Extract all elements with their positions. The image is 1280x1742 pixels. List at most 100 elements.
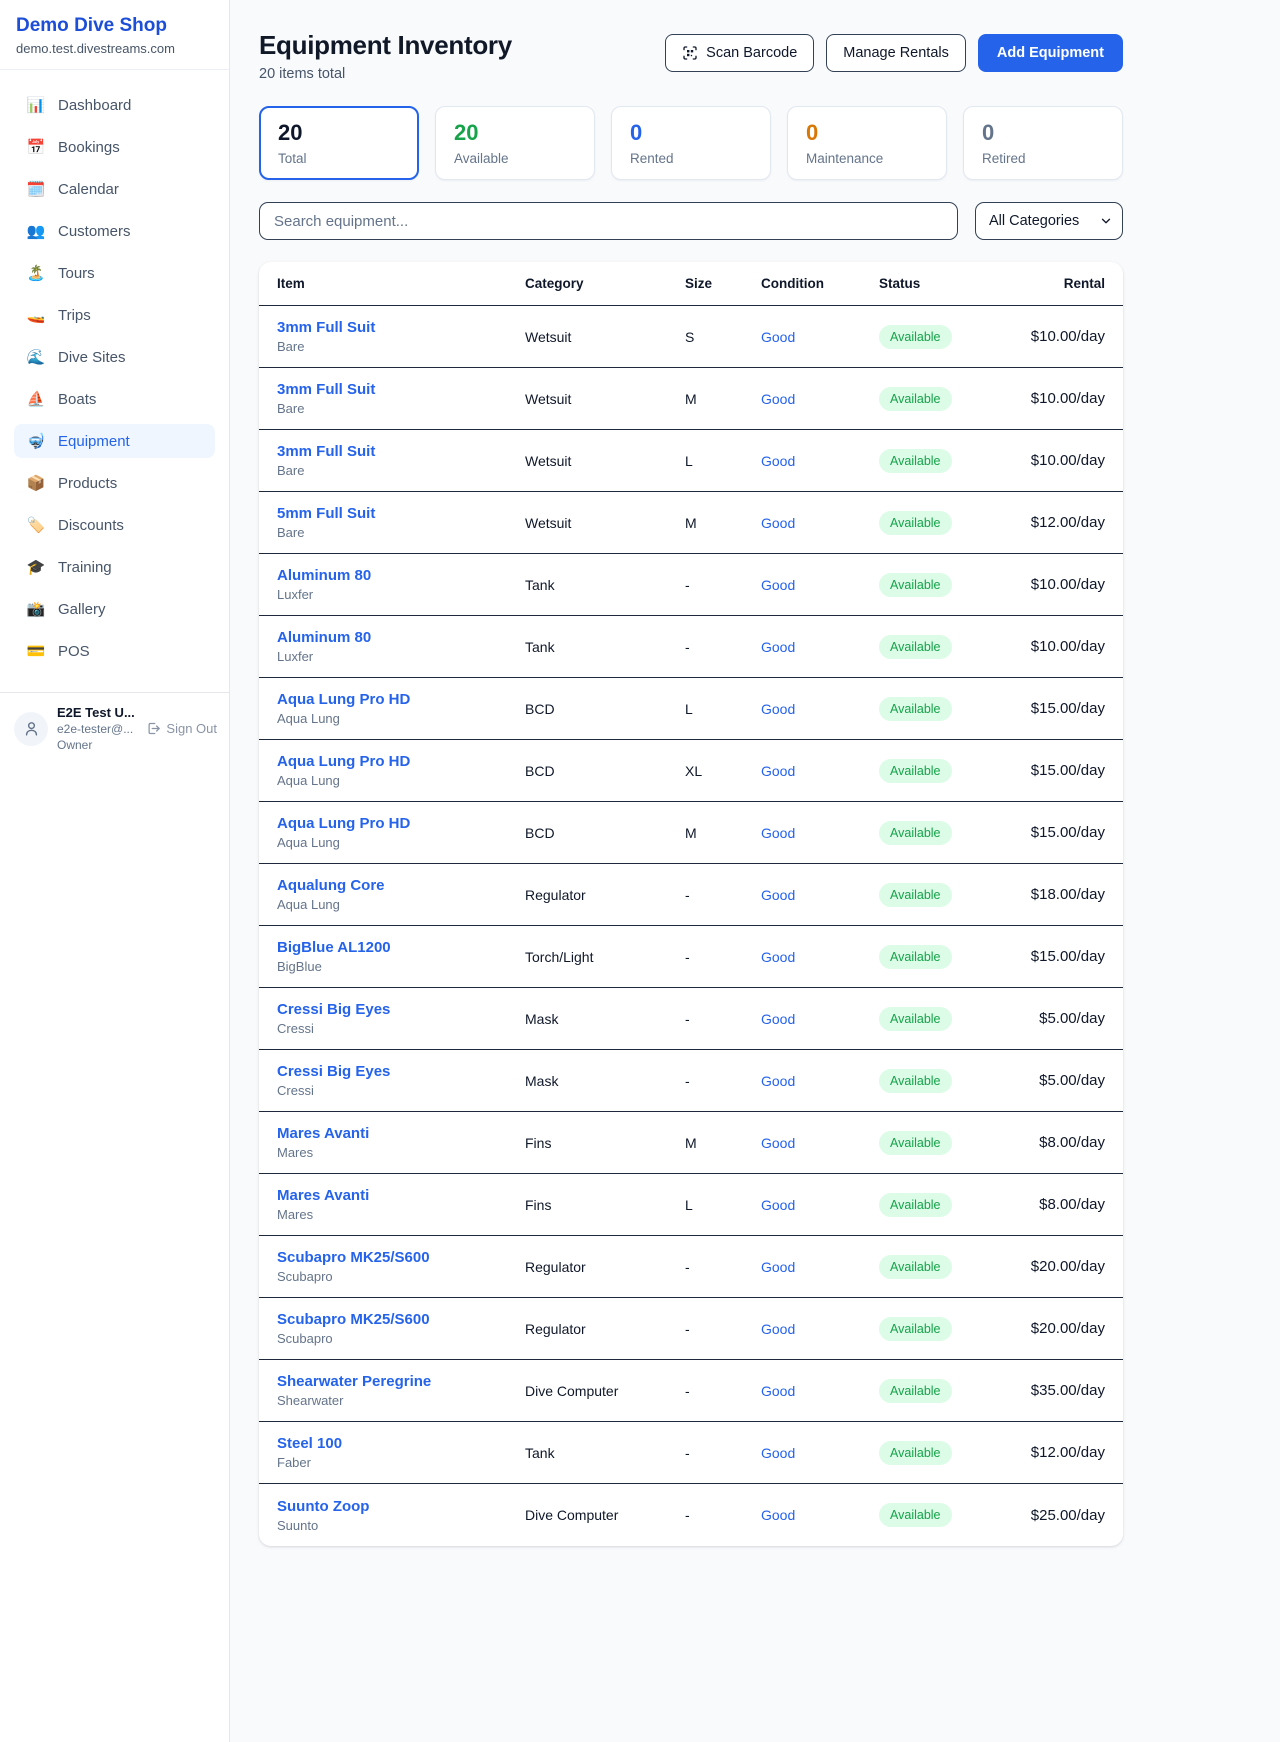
- sidebar-item-dive-sites[interactable]: 🌊 Dive Sites: [14, 340, 215, 374]
- column-header: Item: [277, 276, 525, 291]
- sidebar-item-pos[interactable]: 💳 POS: [14, 634, 215, 668]
- sidebar-item-calendar[interactable]: 🗓️ Calendar: [14, 172, 215, 206]
- add-equipment-button[interactable]: Add Equipment: [978, 34, 1123, 72]
- item-link[interactable]: 5mm Full Suit: [277, 505, 375, 522]
- condition-link[interactable]: Good: [761, 887, 795, 903]
- dashboard-label: Dashboard: [58, 97, 131, 114]
- item-link[interactable]: 3mm Full Suit: [277, 381, 375, 398]
- item-brand: Faber: [277, 1455, 525, 1470]
- item-link[interactable]: Aqua Lung Pro HD: [277, 691, 410, 708]
- condition-link[interactable]: Good: [761, 391, 795, 407]
- condition-link[interactable]: Good: [761, 639, 795, 655]
- item-cell: Steel 100 Faber: [277, 1435, 525, 1470]
- item-link[interactable]: Mares Avanti: [277, 1125, 369, 1142]
- item-link[interactable]: Aluminum 80: [277, 629, 371, 646]
- stat-card-retired[interactable]: 0 Retired: [963, 106, 1123, 180]
- item-link[interactable]: 3mm Full Suit: [277, 319, 375, 336]
- condition-link[interactable]: Good: [761, 701, 795, 717]
- manage-rentals-button[interactable]: Manage Rentals: [826, 34, 966, 72]
- sidebar-item-training[interactable]: 🎓 Training: [14, 550, 215, 584]
- item-link[interactable]: Cressi Big Eyes: [277, 1001, 390, 1018]
- stat-card-available[interactable]: 20 Available: [435, 106, 595, 180]
- add-equipment-label: Add Equipment: [997, 45, 1104, 61]
- item-link[interactable]: Shearwater Peregrine: [277, 1373, 431, 1390]
- condition-link[interactable]: Good: [761, 1259, 795, 1275]
- item-link[interactable]: 3mm Full Suit: [277, 443, 375, 460]
- sidebar-item-bookings[interactable]: 📅 Bookings: [14, 130, 215, 164]
- condition-link[interactable]: Good: [761, 1135, 795, 1151]
- item-category: Torch/Light: [525, 949, 685, 965]
- sidebar-item-discounts[interactable]: 🏷️ Discounts: [14, 508, 215, 542]
- sidebar-item-equipment[interactable]: 🤿 Equipment: [14, 424, 215, 458]
- condition-cell: Good: [761, 887, 879, 903]
- condition-link[interactable]: Good: [761, 1321, 795, 1337]
- stat-card-rented[interactable]: 0 Rented: [611, 106, 771, 180]
- item-link[interactable]: Aqualung Core: [277, 877, 385, 894]
- condition-cell: Good: [761, 825, 879, 841]
- products-icon: 📦: [26, 474, 46, 492]
- condition-link[interactable]: Good: [761, 1445, 795, 1461]
- item-link[interactable]: Mares Avanti: [277, 1187, 369, 1204]
- item-link[interactable]: Suunto Zoop: [277, 1498, 369, 1515]
- status-cell: Available: [879, 1193, 1011, 1217]
- condition-cell: Good: [761, 1445, 879, 1461]
- scan-barcode-button[interactable]: Scan Barcode: [665, 34, 814, 72]
- stat-value: 0: [982, 120, 1104, 146]
- condition-link[interactable]: Good: [761, 1197, 795, 1213]
- brand-title[interactable]: Demo Dive Shop: [16, 15, 213, 37]
- item-link[interactable]: Scubapro MK25/S600: [277, 1249, 430, 1266]
- table-row: Aluminum 80 Luxfer Tank - Good Available…: [259, 554, 1123, 616]
- column-header: Rental: [1011, 276, 1105, 291]
- item-size: M: [685, 1135, 761, 1151]
- condition-link[interactable]: Good: [761, 1383, 795, 1399]
- trips-icon: 🚤: [26, 306, 46, 324]
- condition-link[interactable]: Good: [761, 453, 795, 469]
- item-link[interactable]: Cressi Big Eyes: [277, 1063, 390, 1080]
- condition-link[interactable]: Good: [761, 949, 795, 965]
- sidebar-item-tours[interactable]: 🏝️ Tours: [14, 256, 215, 290]
- table-row: Aluminum 80 Luxfer Tank - Good Available…: [259, 616, 1123, 678]
- sidebar-item-trips[interactable]: 🚤 Trips: [14, 298, 215, 332]
- sidebar-item-boats[interactable]: ⛵ Boats: [14, 382, 215, 416]
- item-rental: $20.00/day: [1011, 1320, 1105, 1337]
- condition-link[interactable]: Good: [761, 1507, 795, 1523]
- column-header: Size: [685, 276, 761, 291]
- item-link[interactable]: Steel 100: [277, 1435, 342, 1452]
- condition-link[interactable]: Good: [761, 1011, 795, 1027]
- dive-sites-icon: 🌊: [26, 348, 46, 366]
- condition-link[interactable]: Good: [761, 577, 795, 593]
- category-select[interactable]: All Categories: [975, 202, 1123, 240]
- table-row: Aqua Lung Pro HD Aqua Lung BCD XL Good A…: [259, 740, 1123, 802]
- item-cell: 5mm Full Suit Bare: [277, 505, 525, 540]
- condition-link[interactable]: Good: [761, 329, 795, 345]
- category-select-value: All Categories: [989, 213, 1079, 229]
- item-brand: Aqua Lung: [277, 835, 525, 850]
- item-link[interactable]: Aqua Lung Pro HD: [277, 815, 410, 832]
- sidebar-item-products[interactable]: 📦 Products: [14, 466, 215, 500]
- sidebar-item-customers[interactable]: 👥 Customers: [14, 214, 215, 248]
- sign-out-button[interactable]: Sign Out: [146, 721, 217, 736]
- page-heading-block: Equipment Inventory 20 items total: [259, 30, 512, 82]
- item-size: L: [685, 453, 761, 469]
- stat-card-maintenance[interactable]: 0 Maintenance: [787, 106, 947, 180]
- condition-cell: Good: [761, 515, 879, 531]
- status-badge: Available: [879, 759, 952, 783]
- sidebar-item-dashboard[interactable]: 📊 Dashboard: [14, 88, 215, 122]
- sidebar-item-gallery[interactable]: 📸 Gallery: [14, 592, 215, 626]
- item-link[interactable]: Aqua Lung Pro HD: [277, 753, 410, 770]
- status-badge: Available: [879, 1379, 952, 1403]
- condition-link[interactable]: Good: [761, 763, 795, 779]
- item-size: L: [685, 701, 761, 717]
- item-cell: Scubapro MK25/S600 Scubapro: [277, 1249, 525, 1284]
- stat-card-total[interactable]: 20 Total: [259, 106, 419, 180]
- condition-link[interactable]: Good: [761, 515, 795, 531]
- tours-label: Tours: [58, 265, 95, 282]
- condition-link[interactable]: Good: [761, 825, 795, 841]
- item-link[interactable]: Aluminum 80: [277, 567, 371, 584]
- condition-link[interactable]: Good: [761, 1073, 795, 1089]
- search-input[interactable]: [259, 202, 958, 240]
- status-cell: Available: [879, 573, 1011, 597]
- item-size: -: [685, 949, 761, 965]
- item-link[interactable]: BigBlue AL1200: [277, 939, 391, 956]
- item-link[interactable]: Scubapro MK25/S600: [277, 1311, 430, 1328]
